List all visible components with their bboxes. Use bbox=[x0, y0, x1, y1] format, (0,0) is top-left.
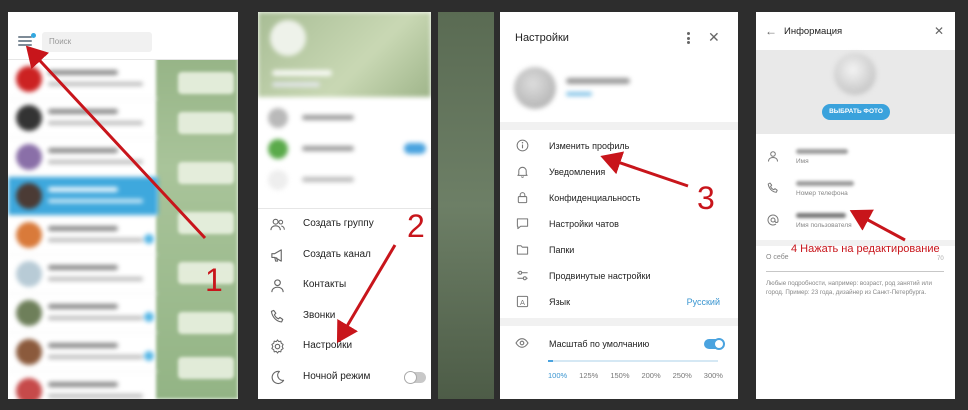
step-2-label: 2 bbox=[407, 208, 425, 244]
step-3-label: 3 bbox=[697, 180, 715, 216]
step-4-label: 4 Нажать на редактирование bbox=[791, 243, 940, 255]
screenshot-root: Поиск Создать группу Создать канал Конта… bbox=[0, 0, 968, 410]
arrow-step-2 bbox=[336, 244, 397, 344]
arrow-step-1 bbox=[25, 45, 207, 240]
arrow-step-4 bbox=[849, 209, 906, 242]
step-1-label: 1 bbox=[205, 262, 223, 298]
annotation-arrows bbox=[25, 45, 906, 344]
arrow-step-3 bbox=[600, 151, 689, 188]
